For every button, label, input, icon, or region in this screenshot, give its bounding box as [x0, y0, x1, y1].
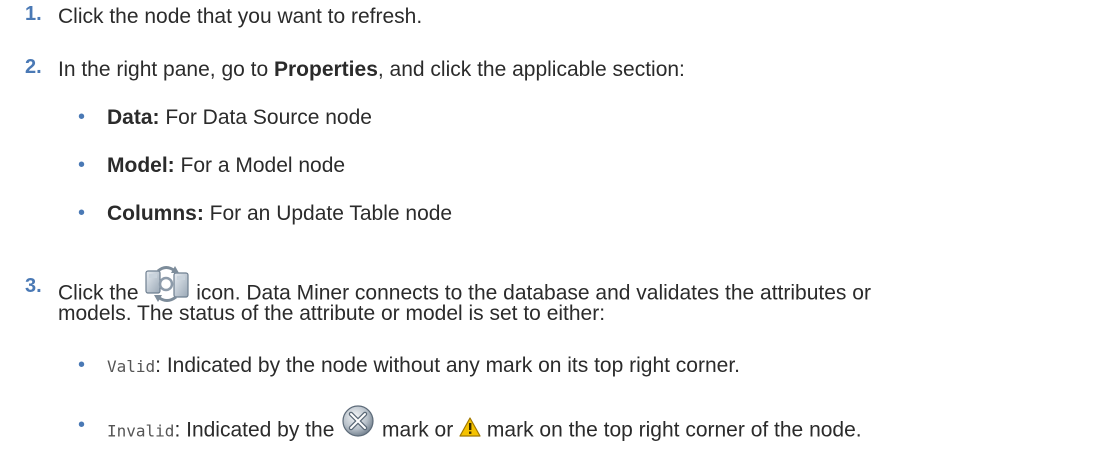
- bullet-desc: For a Model node: [174, 154, 346, 177]
- step-text-before: In the right pane, go to: [58, 58, 274, 81]
- bullet-text: Invalid: Indicated by the mark or mark o…: [107, 405, 862, 448]
- bullet-desc: For an Update Table node: [203, 202, 453, 225]
- bullet-label: Columns:: [107, 202, 204, 225]
- bullet-desc-before: : Indicated by the: [174, 418, 341, 442]
- status-valid-code: Valid: [107, 357, 156, 376]
- bullet-text: Valid: Indicated by the node without any…: [107, 354, 740, 378]
- warning-icon: [459, 417, 481, 437]
- step-text-after: , and click the applicable section:: [377, 58, 685, 81]
- bullet-dot: •: [78, 202, 86, 224]
- bullet-dot: •: [78, 414, 86, 436]
- step-number: 1.: [25, 3, 42, 25]
- status-invalid-code: Invalid: [107, 421, 175, 441]
- error-x-icon: [340, 404, 376, 438]
- step-number: 3.: [25, 275, 42, 297]
- bullet-text: Model: For a Model node: [107, 154, 345, 178]
- bullet-desc-mid: mark or: [376, 418, 460, 442]
- bullet-dot: •: [78, 354, 86, 376]
- refresh-icon: [144, 265, 190, 303]
- bullet-desc: For Data Source node: [159, 106, 372, 129]
- properties-label: Properties: [274, 58, 378, 81]
- bullet-text: Data: For Data Source node: [107, 106, 372, 130]
- bullet-desc-after: mark on the top right corner of the node…: [481, 418, 862, 442]
- step-number: 2.: [25, 56, 42, 78]
- bullet-dot: •: [78, 106, 86, 128]
- bullet-text: Columns: For an Update Table node: [107, 202, 452, 226]
- bullet-dot: •: [78, 154, 86, 176]
- step-text: In the right pane, go to Properties, and…: [58, 56, 685, 83]
- step-text: Click the node that you want to refresh.: [58, 5, 423, 28]
- bullet-label: Model:: [107, 154, 175, 177]
- bullet-desc: : Indicated by the node without any mark…: [155, 354, 741, 377]
- step-text-line2: models. The status of the attribute or m…: [58, 302, 606, 325]
- bullet-label: Data:: [107, 106, 160, 129]
